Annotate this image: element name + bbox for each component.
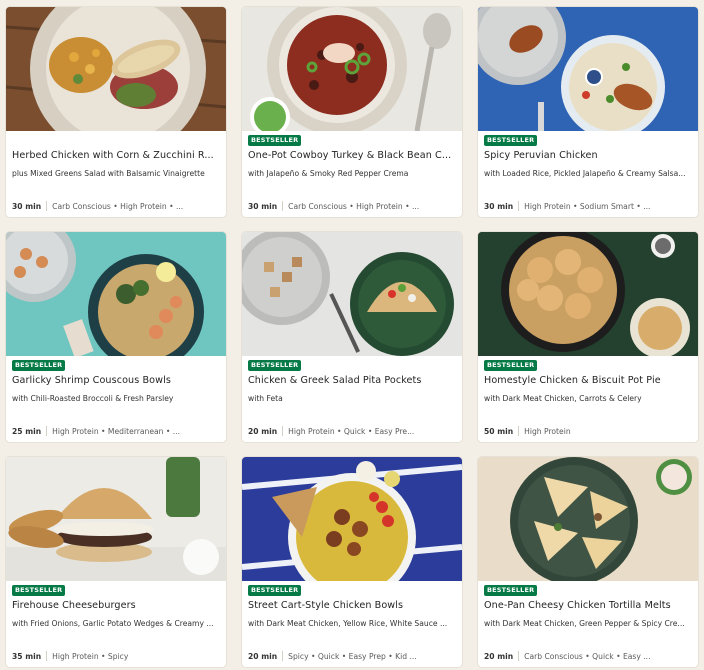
divider <box>46 651 48 661</box>
recipe-tags: Spicy • Quick • Easy Prep • Kid ... <box>288 651 417 661</box>
cook-time: 25 min <box>12 426 42 436</box>
recipe-footer: 20 min Spicy • Quick • Easy Prep • Kid .… <box>248 651 456 661</box>
recipe-title[interactable]: Street Cart-Style Chicken Bowls <box>248 600 456 611</box>
recipe-photo <box>6 232 226 356</box>
cook-time: 50 min <box>484 426 514 436</box>
divider <box>46 201 48 211</box>
recipe-subtitle: with Loaded Rice, Pickled Jalapeño & Cre… <box>484 169 686 178</box>
recipe-tags: Carb Conscious • High Protein • ... <box>288 201 420 211</box>
recipe-photo <box>478 457 698 581</box>
recipe-subtitle: plus Mixed Greens Salad with Balsamic Vi… <box>12 169 205 178</box>
divider <box>282 201 284 211</box>
recipe-card[interactable]: BESTSELLER Chicken & Greek Salad Pita Po… <box>242 232 462 442</box>
recipe-grid: Herbed Chicken with Corn & Zucchini R...… <box>0 0 704 670</box>
recipe-photo <box>242 232 462 356</box>
bestseller-badge: BESTSELLER <box>484 360 538 371</box>
recipe-card[interactable]: BESTSELLER Street Cart-Style Chicken Bow… <box>242 457 462 667</box>
divider <box>46 426 48 436</box>
recipe-card[interactable]: BESTSELLER Homestyle Chicken & Biscuit P… <box>478 232 698 442</box>
recipe-tags: Carb Conscious • Quick • Easy ... <box>524 651 651 661</box>
recipe-subtitle: with Chili-Roasted Broccoli & Fresh Pars… <box>12 394 174 403</box>
recipe-subtitle: with Dark Meat Chicken, Green Pepper & S… <box>484 619 685 628</box>
recipe-tags: High Protein <box>524 426 571 436</box>
recipe-title[interactable]: Chicken & Greek Salad Pita Pockets <box>248 375 456 386</box>
recipe-subtitle: with Dark Meat Chicken, Carrots & Celery <box>484 394 642 403</box>
recipe-card[interactable]: BESTSELLER Garlicky Shrimp Couscous Bowl… <box>6 232 226 442</box>
recipe-card[interactable]: BESTSELLER Spicy Peruvian Chicken with L… <box>478 7 698 217</box>
recipe-title[interactable]: Herbed Chicken with Corn & Zucchini R... <box>12 150 220 161</box>
cook-time: 30 min <box>12 201 42 211</box>
recipe-title[interactable]: Garlicky Shrimp Couscous Bowls <box>12 375 220 386</box>
recipe-tags: High Protein • Quick • Easy Pre... <box>288 426 415 436</box>
recipe-subtitle: with Dark Meat Chicken, Yellow Rice, Whi… <box>248 619 448 628</box>
recipe-photo <box>6 457 226 581</box>
cook-time: 35 min <box>12 651 42 661</box>
recipe-footer: 30 min High Protein • Sodium Smart • ... <box>484 201 692 211</box>
recipe-footer: 20 min High Protein • Quick • Easy Pre..… <box>248 426 456 436</box>
cook-time: 20 min <box>484 651 514 661</box>
recipe-card[interactable]: BESTSELLER Firehouse Cheeseburgers with … <box>6 457 226 667</box>
recipe-subtitle: with Jalapeño & Smoky Red Pepper Crema <box>248 169 409 178</box>
recipe-tags: Carb Conscious • High Protein • ... <box>52 201 184 211</box>
recipe-title[interactable]: Firehouse Cheeseburgers <box>12 600 220 611</box>
recipe-tags: High Protein • Mediterranean • ... <box>52 426 180 436</box>
cook-time: 20 min <box>248 651 278 661</box>
recipe-photo <box>242 457 462 581</box>
cook-time: 30 min <box>248 201 278 211</box>
divider <box>518 426 520 436</box>
recipe-title[interactable]: One-Pan Cheesy Chicken Tortilla Melts <box>484 600 692 611</box>
recipe-photo <box>242 7 462 131</box>
bestseller-badge: BESTSELLER <box>12 585 66 596</box>
recipe-footer: 20 min Carb Conscious • Quick • Easy ... <box>484 651 692 661</box>
bestseller-badge: BESTSELLER <box>248 360 302 371</box>
cook-time: 20 min <box>248 426 278 436</box>
recipe-subtitle: with Feta <box>248 394 283 403</box>
recipe-tags: High Protein • Spicy <box>52 651 129 661</box>
divider <box>282 651 284 661</box>
recipe-card[interactable]: Herbed Chicken with Corn & Zucchini R...… <box>6 7 226 217</box>
recipe-tags: High Protein • Sodium Smart • ... <box>524 201 651 211</box>
recipe-footer: 30 min Carb Conscious • High Protein • .… <box>12 201 220 211</box>
recipe-photo <box>478 7 698 131</box>
recipe-footer: 30 min Carb Conscious • High Protein • .… <box>248 201 456 211</box>
recipe-subtitle: with Fried Onions, Garlic Potato Wedges … <box>12 619 214 628</box>
recipe-footer: 25 min High Protein • Mediterranean • ..… <box>12 426 220 436</box>
bestseller-badge: BESTSELLER <box>248 585 302 596</box>
bestseller-badge: BESTSELLER <box>248 135 302 146</box>
divider <box>518 201 520 211</box>
bestseller-badge: BESTSELLER <box>484 585 538 596</box>
recipe-photo <box>6 7 226 131</box>
recipe-title[interactable]: Spicy Peruvian Chicken <box>484 150 692 161</box>
recipe-card[interactable]: BESTSELLER One-Pot Cowboy Turkey & Black… <box>242 7 462 217</box>
recipe-title[interactable]: Homestyle Chicken & Biscuit Pot Pie <box>484 375 692 386</box>
divider <box>518 651 520 661</box>
recipe-footer: 35 min High Protein • Spicy <box>12 651 220 661</box>
cook-time: 30 min <box>484 201 514 211</box>
recipe-photo <box>478 232 698 356</box>
recipe-footer: 50 min High Protein <box>484 426 692 436</box>
bestseller-badge: BESTSELLER <box>484 135 538 146</box>
recipe-title[interactable]: One-Pot Cowboy Turkey & Black Bean C... <box>248 150 456 161</box>
recipe-card[interactable]: BESTSELLER One-Pan Cheesy Chicken Tortil… <box>478 457 698 667</box>
bestseller-badge: BESTSELLER <box>12 360 66 371</box>
divider <box>282 426 284 436</box>
